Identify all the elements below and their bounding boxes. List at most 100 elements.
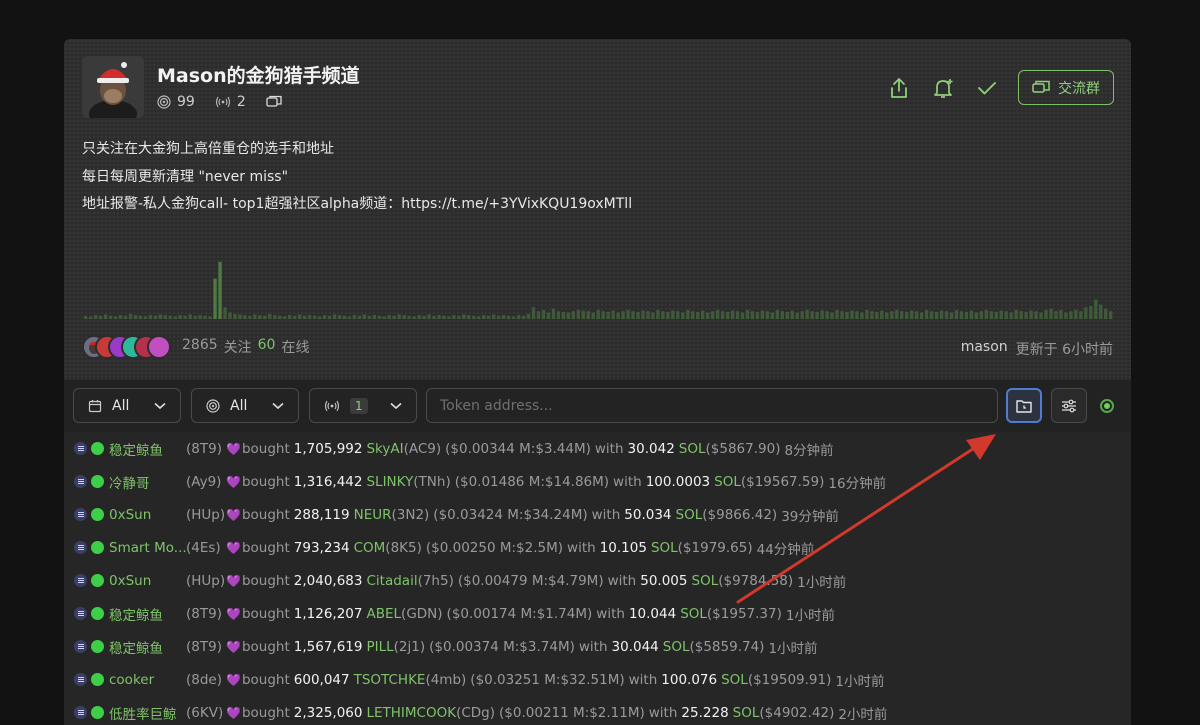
token-symbol[interactable]: ABEL <box>366 606 401 622</box>
sliders-icon <box>1062 399 1076 412</box>
wallet-name[interactable]: 稳定鲸鱼 <box>109 604 186 624</box>
activity-bar <box>765 311 770 319</box>
author-name[interactable]: mason <box>961 339 1008 359</box>
chat-stat[interactable] <box>266 95 288 109</box>
feed-row[interactable]: 冷静哥 (Ay9) 💜 bought 1,316,442 SLINKY (TNh) ($0.0… <box>64 465 1131 498</box>
folder-filter-button[interactable] <box>1006 388 1042 423</box>
activity-bar <box>288 315 292 319</box>
heart-icon: 💜 <box>226 705 241 720</box>
activity-bar <box>143 316 148 319</box>
wallet-name[interactable]: 0xSun <box>109 573 186 589</box>
broadcast-icon <box>215 95 231 109</box>
activity-bar <box>924 309 929 319</box>
token-symbol[interactable]: SkyAI <box>366 441 403 457</box>
channel-header: Mason的金狗猎手频道 99 2 交流群 只关注在大金狗上高倍重仓的选手和地址… <box>64 39 1131 380</box>
token-symbol[interactable]: PILL <box>366 639 393 655</box>
chevron-down-icon <box>390 402 402 409</box>
activity-bar <box>98 315 103 319</box>
activity-bar <box>720 311 725 319</box>
wallet-name[interactable]: 低胜率巨鲸 <box>109 703 186 723</box>
list-icon <box>74 673 87 686</box>
feed-row[interactable]: cooker (8de) 💜 bought 600,047 TSOTCHKE (4mb) ($… <box>64 663 1131 696</box>
chat-icon[interactable] <box>266 95 282 109</box>
usd-value: ($9866.42) <box>702 506 778 523</box>
live-status-indicator[interactable] <box>1100 399 1114 413</box>
feed-row[interactable]: 低胜率巨鲸 (6KV) 💜 bought 2,325,060 LETHIMCOOK (CDg… <box>64 696 1131 725</box>
feed-row[interactable]: 稳定鲸鱼 (8T9) 💜 bought 1,126,207 ABEL (GDN) ($0.00… <box>64 597 1131 630</box>
activity-bar <box>875 311 879 319</box>
activity-bar <box>1024 311 1028 319</box>
activity-bar <box>626 309 630 319</box>
wallet-name[interactable]: 0xSun <box>109 507 186 523</box>
usd-value: ($9784.58) <box>718 572 794 589</box>
token-amount: 1,126,207 <box>293 605 363 622</box>
share-button[interactable] <box>886 75 912 101</box>
wallet-name[interactable]: 冷静哥 <box>109 472 186 492</box>
activity-bar <box>1109 311 1113 319</box>
type-filter-value: All <box>230 397 248 414</box>
date-filter-dropdown[interactable]: All <box>73 388 181 423</box>
activity-bar <box>666 311 670 319</box>
wallet-name[interactable]: cooker <box>109 672 186 688</box>
activity-bar <box>163 315 167 319</box>
list-icon <box>74 574 87 587</box>
sol-amount: 30.044 <box>611 638 659 655</box>
sol-symbol: SOL <box>678 440 706 457</box>
feed-row[interactable]: 稳定鲸鱼 (8T9) 💜 bought 1,705,992 SkyAI (AC9) ($0.0… <box>64 432 1131 465</box>
activity-bar <box>342 315 347 319</box>
usd-value: ($1979.65) <box>677 539 753 556</box>
updated-time: 更新于 6小时前 <box>1015 342 1113 358</box>
sol-symbol: SOL <box>721 671 748 688</box>
feed-row[interactable]: 0xSun (HUp) 💜 bought 288,119 NEUR (3N2) ($0.034… <box>64 498 1131 531</box>
feed-row[interactable]: 0xSun (HUp) 💜 bought 2,040,683 Citadail (7h5)(… <box>64 564 1131 597</box>
wallet-name[interactable]: Smart Mo... <box>109 540 186 556</box>
activity-bar <box>497 315 501 319</box>
activity-bar <box>845 311 849 319</box>
activity-bar <box>855 311 859 319</box>
notify-button[interactable] <box>930 75 956 101</box>
wallet-name[interactable]: 稳定鲸鱼 <box>109 637 186 657</box>
subscriber-stat: 99 <box>157 94 195 110</box>
token-symbol[interactable]: SLINKY <box>366 474 413 490</box>
activity-bar <box>705 312 710 319</box>
token-symbol[interactable]: NEUR <box>354 507 392 523</box>
sol-amount: 25.228 <box>681 704 729 721</box>
token-symbol[interactable]: TSOTCHKE <box>354 672 426 688</box>
filter-bar: All All 1 <box>64 380 1131 432</box>
activity-bar <box>681 312 685 319</box>
trade-time: 1小时前 <box>797 574 847 591</box>
folder-clock-icon <box>1016 399 1032 413</box>
token-symbol[interactable]: COM <box>354 540 386 556</box>
group-chat-button[interactable]: 交流群 <box>1018 70 1114 105</box>
activity-bar <box>233 313 237 319</box>
sol-amount: 100.0003 <box>645 473 711 490</box>
feed-row[interactable]: Smart Mo... (4Es) 💜 bought 793,234 COM (8K5) ($… <box>64 531 1131 564</box>
activity-bar <box>1019 311 1023 319</box>
type-filter-dropdown[interactable]: All <box>191 388 299 423</box>
trade-time: 1小时前 <box>785 607 835 624</box>
token-address-input[interactable] <box>426 388 998 423</box>
with-text: with <box>628 671 658 688</box>
wallet-name[interactable]: 稳定鲸鱼 <box>109 439 186 459</box>
activity-bar <box>193 315 197 319</box>
with-text: with <box>594 440 624 457</box>
activity-bar <box>352 315 357 319</box>
settings-sliders-button[interactable] <box>1051 388 1087 423</box>
action-text: bought <box>241 671 290 688</box>
activity-bar <box>248 315 252 319</box>
token-id: (AC9) <box>403 440 442 457</box>
token-symbol[interactable]: LETHIMCOOK <box>366 705 456 721</box>
heart-icon: 💜 <box>226 639 241 654</box>
channel-avatar[interactable] <box>82 56 144 118</box>
feed-row[interactable]: 稳定鲸鱼 (8T9) 💜 bought 1,567,619 PILL (2j1) ($0.00… <box>64 630 1131 663</box>
activity-bar <box>1029 310 1033 319</box>
broadcast-icon <box>324 400 340 411</box>
token-symbol[interactable]: Citadail <box>366 573 417 589</box>
activity-bar <box>362 314 367 319</box>
signal-filter-dropdown[interactable]: 1 <box>309 388 417 423</box>
token-amount: 288,119 <box>293 506 350 523</box>
subscribed-check-button[interactable] <box>974 75 1000 101</box>
activity-bar <box>218 261 222 319</box>
signal-count: 2 <box>236 94 246 110</box>
activity-bar <box>979 311 984 319</box>
